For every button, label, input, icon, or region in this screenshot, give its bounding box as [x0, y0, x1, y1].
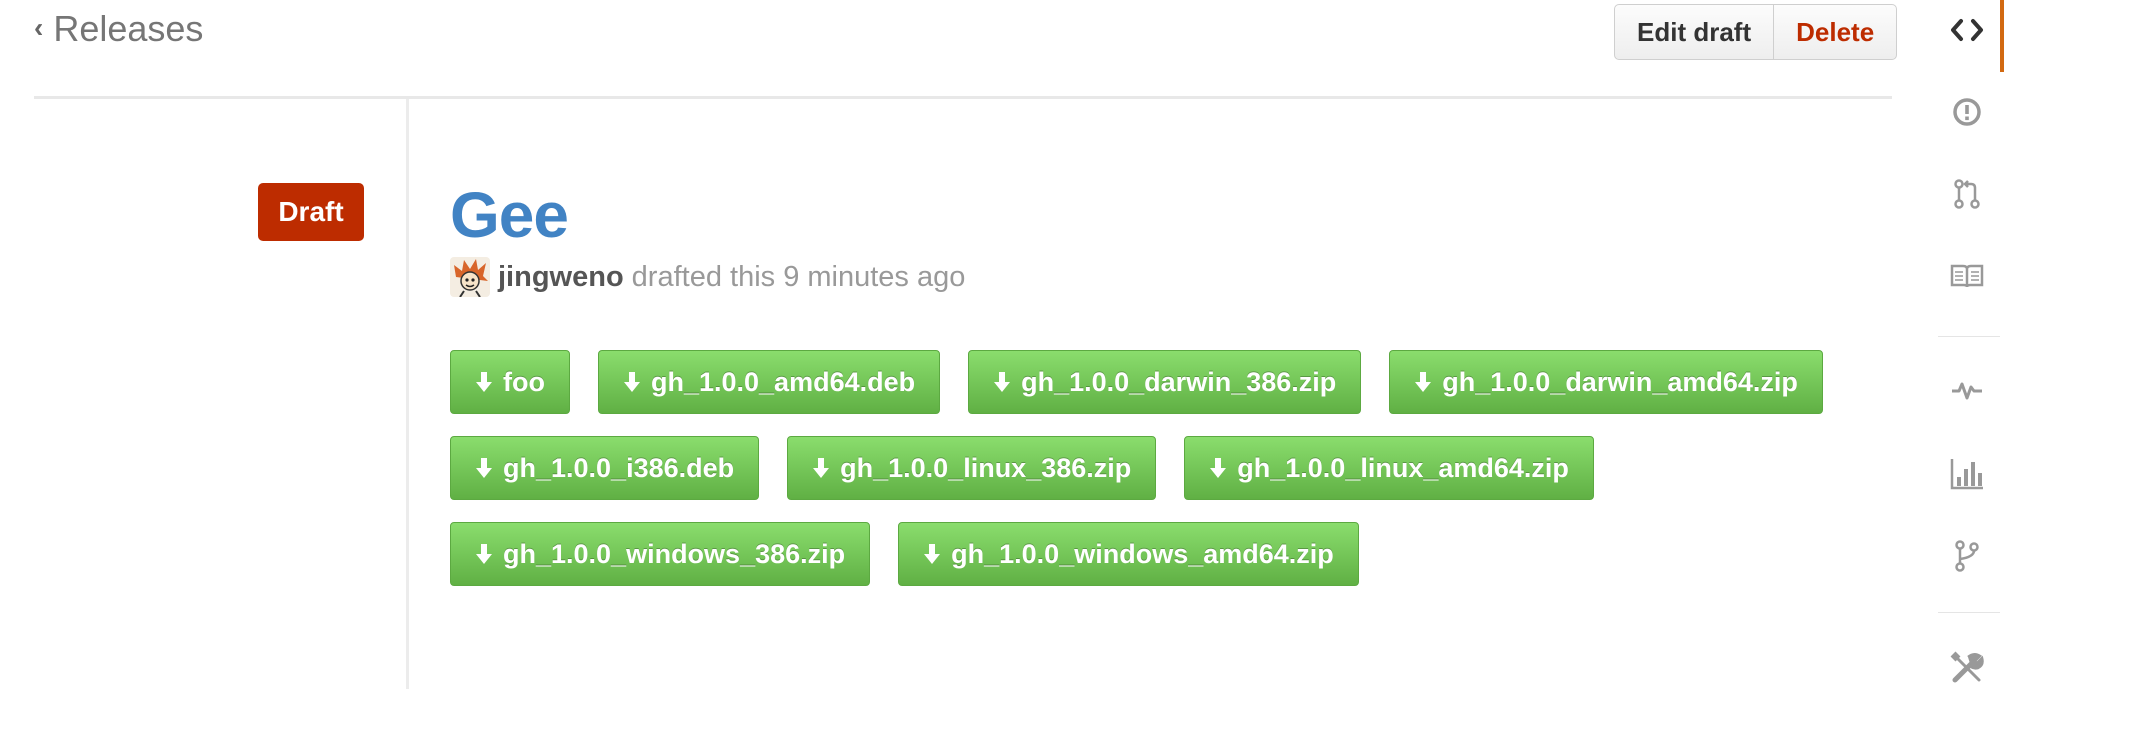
asset-filename: gh_1.0.0_amd64.deb: [650, 366, 916, 397]
pulse-icon: [1950, 377, 1984, 408]
issues-icon: [1952, 97, 1982, 132]
sidebar-item-pull-requests[interactable]: [1934, 166, 2000, 226]
release-actions: Edit draft Delete: [1614, 4, 1898, 60]
wiki-book-icon: [1950, 263, 1984, 294]
avatar[interactable]: [450, 257, 490, 297]
edit-draft-button[interactable]: Edit draft: [1615, 5, 1773, 59]
sidebar-item-settings[interactable]: [1934, 640, 2000, 700]
asset-filename: gh_1.0.0_darwin_amd64.zip: [1442, 366, 1798, 397]
download-arrow-icon: [475, 371, 493, 393]
release-status-text: drafted this 9 minutes ago: [631, 260, 966, 293]
sidebar-item-network[interactable]: [1934, 528, 2000, 588]
timeline-divider: [406, 99, 409, 689]
asset-download-button[interactable]: gh_1.0.0_windows_386.zip: [450, 522, 871, 586]
releases-link-label: Releases: [53, 8, 204, 49]
sidebar-active-indicator: [2000, 0, 2004, 72]
asset-download-button[interactable]: gh_1.0.0_amd64.deb: [597, 350, 941, 414]
chevron-left-icon: ‹: [34, 12, 44, 43]
asset-filename: gh_1.0.0_windows_386.zip: [503, 538, 846, 569]
repo-sidebar: [1934, 0, 2004, 744]
releases-back-link[interactable]: ‹ Releases: [34, 8, 203, 50]
pull-request-icon: [1952, 178, 1982, 215]
sidebar-item-graphs[interactable]: [1934, 446, 2000, 506]
asset-download-button[interactable]: gh_1.0.0_darwin_amd64.zip: [1389, 350, 1823, 414]
delete-button[interactable]: Delete: [1773, 5, 1896, 59]
author-link[interactable]: jingweno: [498, 261, 624, 294]
asset-filename: gh_1.0.0_windows_amd64.zip: [951, 538, 1334, 569]
asset-filename: gh_1.0.0_darwin_386.zip: [1021, 366, 1337, 397]
download-arrow-icon: [812, 457, 830, 479]
header-divider: [34, 96, 1892, 99]
asset-filename: gh_1.0.0_linux_386.zip: [840, 452, 1132, 483]
download-arrow-icon: [993, 371, 1011, 393]
asset-download-button[interactable]: gh_1.0.0_linux_amd64.zip: [1184, 436, 1594, 500]
download-arrow-icon: [475, 543, 493, 565]
graphs-icon: [1949, 457, 1985, 496]
sidebar-divider: [1938, 612, 2000, 613]
asset-filename: foo: [503, 366, 545, 397]
asset-download-button[interactable]: gh_1.0.0_darwin_386.zip: [968, 350, 1362, 414]
draft-badge: Draft: [258, 183, 364, 241]
sidebar-item-issues[interactable]: [1934, 84, 2000, 144]
sidebar-item-wiki[interactable]: [1934, 248, 2000, 308]
sidebar-item-pulse[interactable]: [1934, 362, 2000, 422]
download-arrow-icon: [923, 543, 941, 565]
download-arrow-icon: [623, 371, 641, 393]
code-icon: [1950, 17, 1984, 48]
sidebar-item-code[interactable]: [1934, 2, 2000, 62]
asset-download-button[interactable]: gh_1.0.0_windows_amd64.zip: [898, 522, 1359, 586]
download-arrow-icon: [475, 457, 493, 479]
download-arrow-icon: [1209, 457, 1227, 479]
release-meta: jingweno drafted this 9 minutes ago: [450, 257, 965, 297]
asset-filename: gh_1.0.0_linux_amd64.zip: [1237, 452, 1569, 483]
settings-tools-icon: [1950, 651, 1984, 690]
asset-download-button[interactable]: gh_1.0.0_linux_386.zip: [787, 436, 1157, 500]
release-title[interactable]: Gee: [450, 178, 569, 252]
network-icon: [1952, 539, 1982, 578]
download-arrow-icon: [1414, 371, 1432, 393]
release-assets: foo gh_1.0.0_amd64.deb gh_1.0.0_darwin_3…: [450, 350, 1850, 586]
asset-filename: gh_1.0.0_i386.deb: [503, 452, 735, 483]
asset-download-button[interactable]: gh_1.0.0_i386.deb: [450, 436, 760, 500]
asset-download-button[interactable]: foo: [450, 350, 570, 414]
sidebar-divider: [1938, 336, 2000, 337]
